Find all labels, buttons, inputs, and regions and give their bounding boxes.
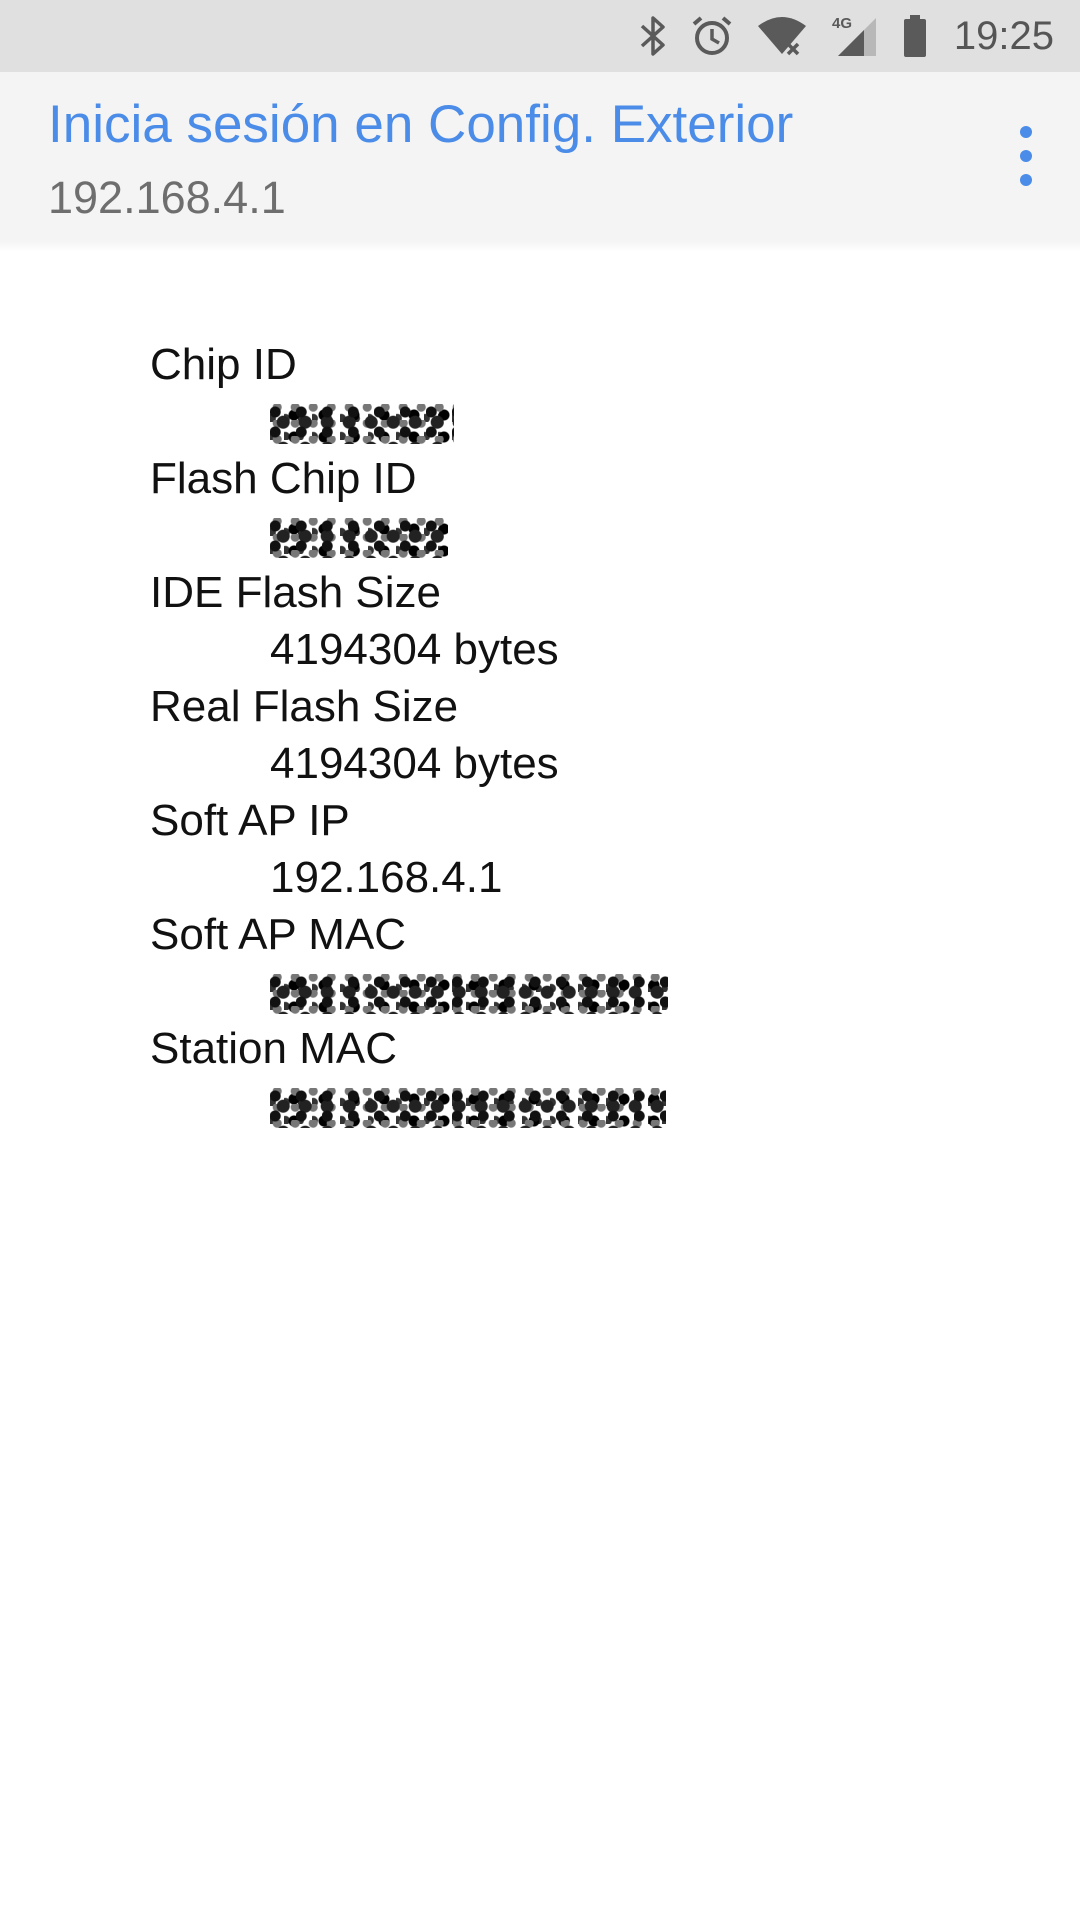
app-bar: Inicia sesión en Config. Exterior 192.16… xyxy=(0,72,1080,240)
redacted-value xyxy=(270,404,454,445)
network-type-label: 4G xyxy=(832,15,852,32)
info-label: Flash Chip ID xyxy=(150,454,417,503)
info-value: 192.168.4.1 xyxy=(270,853,503,902)
info-flash-chip-id: Flash Chip ID xyxy=(150,450,1030,564)
info-value-redacted xyxy=(150,963,1030,1020)
info-soft-ap-mac: Soft AP MAC xyxy=(150,906,1030,1020)
page-title: Inicia sesión en Config. Exterior xyxy=(48,95,794,154)
app-bar-shadow xyxy=(0,240,1080,252)
chip-info-list: Chip ID Flash Chip ID IDE Flash Size 419… xyxy=(150,336,1030,1134)
info-ide-flash-size: IDE Flash Size 4194304 bytes xyxy=(150,564,1030,678)
bluetooth-icon xyxy=(638,12,668,60)
page-url: 192.168.4.1 xyxy=(48,172,286,223)
info-label: Soft AP IP xyxy=(150,796,350,845)
signal-4g-icon: 4G xyxy=(830,12,880,60)
info-real-flash-size: Real Flash Size 4194304 bytes xyxy=(150,678,1030,792)
menu-dot xyxy=(1020,150,1032,162)
redacted-value xyxy=(270,974,668,1015)
wifi-no-internet-icon xyxy=(756,12,808,60)
info-value: 4194304 bytes xyxy=(270,739,559,788)
info-label: Soft AP MAC xyxy=(150,910,406,959)
info-value-redacted xyxy=(150,393,1030,450)
status-bar: 4G 19:25 xyxy=(0,0,1080,72)
info-station-mac: Station MAC xyxy=(150,1020,1030,1134)
info-value-redacted xyxy=(150,507,1030,564)
info-value: 4194304 bytes xyxy=(270,625,559,674)
info-label: Station MAC xyxy=(150,1024,397,1073)
menu-dot xyxy=(1020,126,1032,138)
menu-dot xyxy=(1020,174,1032,186)
redacted-value xyxy=(270,1088,666,1129)
info-label: Real Flash Size xyxy=(150,682,459,731)
status-time: 19:25 xyxy=(953,13,1054,58)
info-soft-ap-ip: Soft AP IP 192.168.4.1 xyxy=(150,792,1030,906)
info-value-redacted xyxy=(150,1077,1030,1134)
more-vert-icon[interactable] xyxy=(1006,126,1046,186)
info-chip-id: Chip ID xyxy=(150,336,1030,450)
info-label: IDE Flash Size xyxy=(150,568,441,617)
alarm-icon xyxy=(690,12,734,60)
battery-icon xyxy=(902,12,928,60)
redacted-value xyxy=(270,518,448,559)
info-label: Chip ID xyxy=(150,340,297,389)
